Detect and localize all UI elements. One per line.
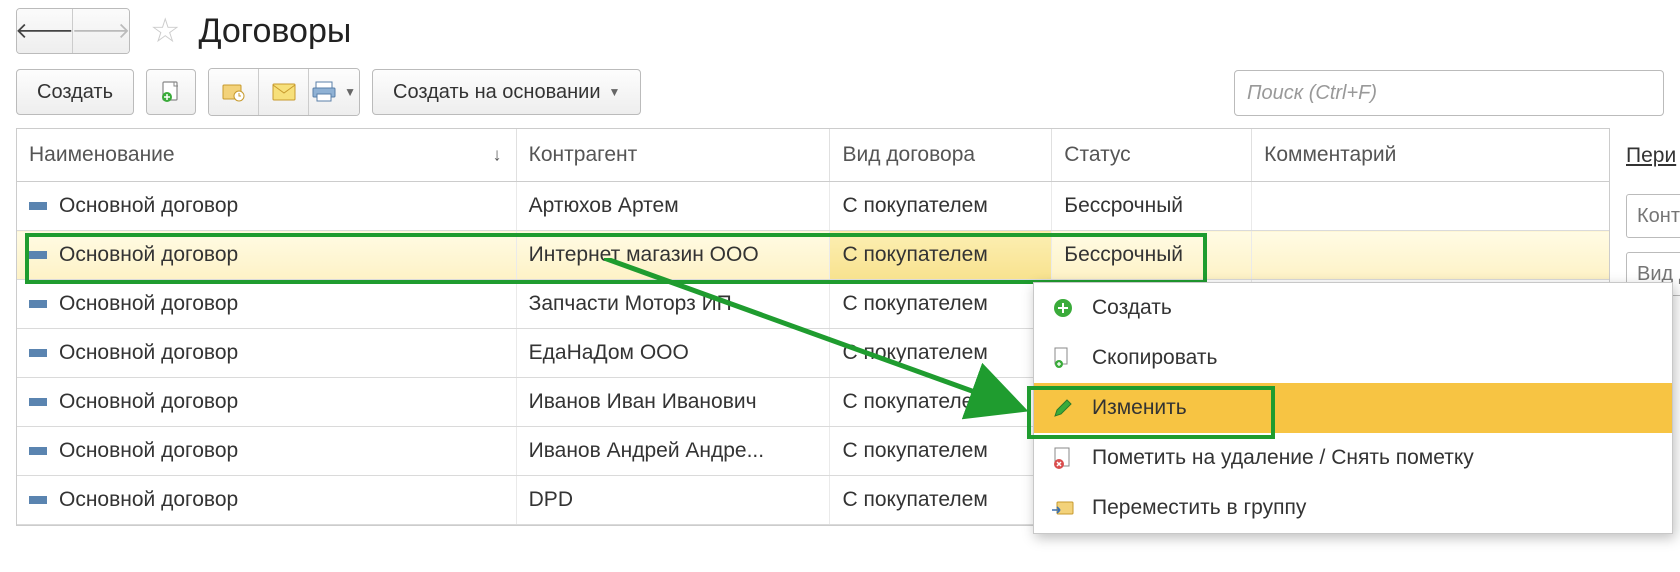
- page-plus-icon: [160, 81, 182, 103]
- arrow-left-icon: 🡐: [16, 18, 74, 44]
- counterparty-filter-input[interactable]: [1626, 194, 1680, 238]
- period-link[interactable]: Пери: [1626, 132, 1680, 180]
- favorite-star-icon[interactable]: ☆: [150, 14, 180, 48]
- col-status[interactable]: Статус: [1052, 129, 1252, 182]
- email-button[interactable]: [259, 69, 309, 115]
- create-based-on-label: Создать на основании: [393, 81, 601, 104]
- table-row[interactable]: Основной договор Артюхов Артем С покупат…: [17, 182, 1609, 231]
- nav-buttons: 🡐 🡒: [16, 8, 130, 54]
- icon-button-group: ▼: [208, 68, 360, 116]
- folder-clock-button[interactable]: [209, 69, 259, 115]
- table-header-row: Наименование↓ Контрагент Вид договора Ст…: [17, 129, 1609, 182]
- col-name[interactable]: Наименование↓: [17, 129, 516, 182]
- back-button[interactable]: 🡐: [17, 9, 73, 53]
- side-filter-panel: Пери: [1626, 132, 1680, 296]
- menu-create[interactable]: Создать: [1034, 283, 1672, 333]
- item-icon: [29, 300, 47, 308]
- page-copy-icon: [1050, 345, 1076, 371]
- chevron-down-icon: ▼: [609, 85, 621, 99]
- printer-icon: [312, 81, 336, 103]
- item-icon: [29, 251, 47, 259]
- arrow-right-icon: 🡒: [72, 18, 131, 44]
- envelope-icon: [272, 83, 296, 101]
- create-button[interactable]: Создать: [16, 69, 134, 115]
- menu-mark-delete[interactable]: Пометить на удаление / Снять пометку: [1034, 433, 1672, 483]
- new-item-icon-button[interactable]: [146, 69, 196, 115]
- col-comment[interactable]: Комментарий: [1252, 129, 1609, 182]
- item-icon: [29, 202, 47, 210]
- page-title: Договоры: [198, 12, 351, 51]
- print-button[interactable]: ▼: [309, 69, 359, 115]
- chevron-down-icon: ▼: [344, 85, 356, 99]
- item-icon: [29, 447, 47, 455]
- item-icon: [29, 496, 47, 504]
- item-icon: [29, 398, 47, 406]
- page-delete-icon: [1050, 445, 1076, 471]
- folder-move-icon: [1050, 495, 1076, 521]
- menu-copy[interactable]: Скопировать: [1034, 333, 1672, 383]
- col-counterparty[interactable]: Контрагент: [516, 129, 830, 182]
- pencil-icon: [1050, 395, 1076, 421]
- search-input[interactable]: [1234, 70, 1664, 116]
- menu-move-to-group[interactable]: Переместить в группу: [1034, 483, 1672, 533]
- forward-button[interactable]: 🡒: [73, 9, 129, 53]
- col-contract-type[interactable]: Вид договора: [830, 129, 1052, 182]
- table-row-selected[interactable]: Основной договор Интернет магазин ООО С …: [17, 231, 1609, 280]
- menu-edit[interactable]: Изменить: [1034, 383, 1672, 433]
- plus-circle-icon: [1050, 295, 1076, 321]
- create-based-on-button[interactable]: Создать на основании ▼: [372, 69, 641, 115]
- item-icon: [29, 349, 47, 357]
- sort-indicator-icon: ↓: [493, 145, 502, 166]
- folder-clock-icon: [222, 81, 246, 103]
- context-menu: Создать Скопировать Изменить Пометить на…: [1033, 282, 1673, 534]
